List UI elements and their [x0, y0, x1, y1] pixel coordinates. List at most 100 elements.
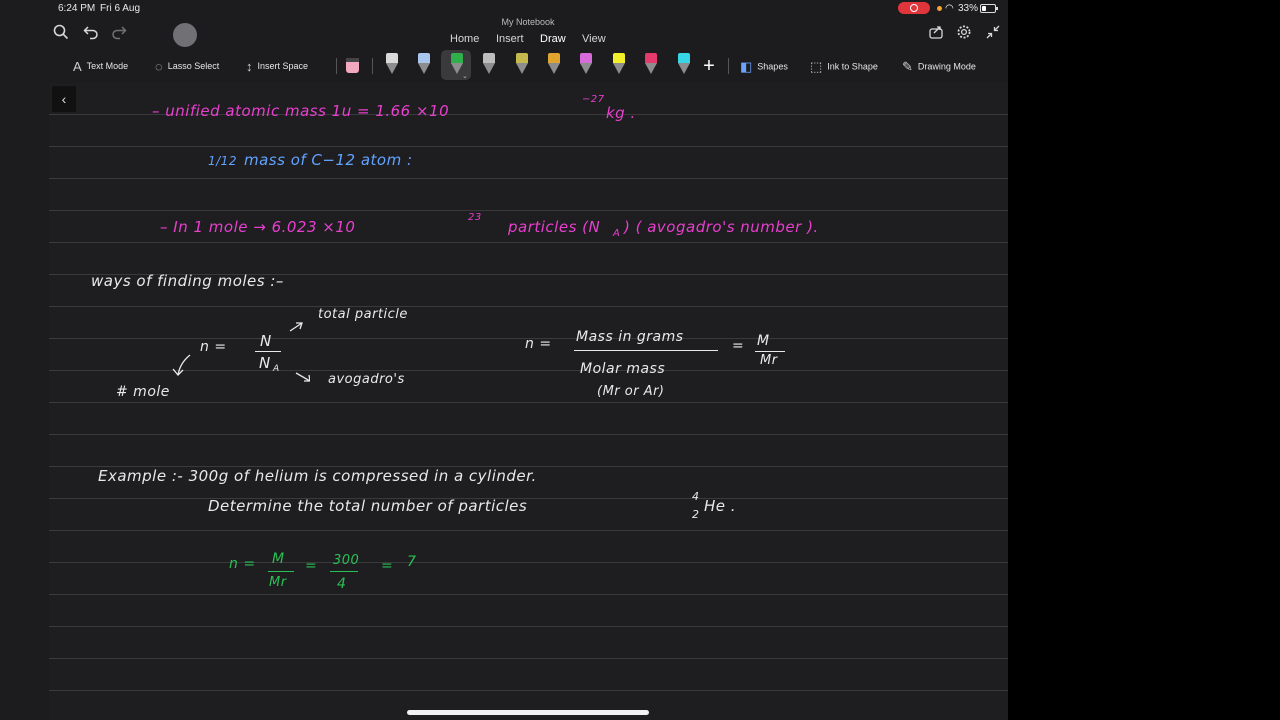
pen-body: [515, 53, 528, 63]
note-avogadros: avogadro's: [328, 372, 405, 387]
pen-tip: [677, 63, 690, 74]
pen-tip: [612, 63, 625, 74]
wifi-icon: ◠: [945, 3, 954, 14]
screen-record-icon: [898, 2, 930, 14]
eraser-tool[interactable]: [346, 58, 359, 73]
shapes-button[interactable]: ◧ Shapes: [740, 59, 788, 75]
note-molar-mass: Molar mass: [580, 361, 666, 377]
search-icon[interactable]: [50, 24, 72, 46]
undo-icon[interactable]: [80, 24, 102, 46]
note-exponent: −27: [582, 94, 605, 105]
lasso-select-label: Lasso Select: [167, 60, 220, 71]
pen-tool[interactable]: [385, 53, 399, 75]
settings-gear-icon[interactable]: [953, 24, 975, 46]
onenote-window: 6:24 PM Fri 6 Aug ◠ 33% My Notebook Home…: [0, 0, 1008, 720]
pen-body: [677, 53, 690, 63]
pen-tip: [386, 63, 398, 74]
text-mode-icon: A: [73, 59, 82, 74]
text-mode-button[interactable]: A Text Mode: [73, 59, 128, 74]
tab-draw[interactable]: Draw: [540, 33, 566, 45]
note-ways-heading: ways of finding moles :–: [91, 272, 284, 290]
note-number-of-mole: # mole: [116, 384, 170, 400]
note-calc-Mr: Mr: [269, 575, 287, 590]
status-time: 6:24 PM: [58, 3, 96, 14]
note-he-mass-number: 4: [692, 490, 700, 503]
note-Mr: Mr: [760, 353, 778, 368]
note-calc-300: 300: [333, 553, 360, 568]
insert-space-icon: ↕: [246, 59, 253, 74]
pen-tip: [418, 63, 431, 74]
note-calc-answer: 7: [407, 554, 417, 570]
drawing-mode-icon: ✎: [902, 59, 913, 74]
note-canvas[interactable]: [49, 83, 1008, 720]
note-one-twelfth: 1/12: [208, 154, 237, 168]
assistive-touch-button[interactable]: [173, 23, 197, 47]
back-chevron-icon[interactable]: ‹: [52, 86, 76, 112]
home-indicator[interactable]: [407, 710, 649, 715]
pen-tip: [645, 63, 658, 74]
share-icon[interactable]: [925, 24, 947, 46]
note-calc-M: M: [272, 551, 285, 567]
add-pen-plus-icon[interactable]: +: [698, 55, 720, 77]
drawing-mode-button[interactable]: ✎ Drawing Mode: [902, 59, 976, 75]
note-line-unified-mass: – unified atomic mass 1u = 1.66 ×10: [152, 102, 450, 120]
note-calc-n: n =: [229, 556, 256, 572]
tab-view[interactable]: View: [582, 33, 606, 45]
pen-tip: [450, 63, 463, 74]
fraction-bar: [268, 571, 294, 572]
note-line-c12: mass of C−12 atom :: [244, 151, 413, 169]
insert-space-button[interactable]: ↕ Insert Space: [246, 59, 308, 74]
fraction-bar: [330, 571, 358, 572]
note-n-equals-2: n =: [525, 336, 552, 352]
fraction-bar: [574, 350, 718, 351]
pen-tool[interactable]: [677, 53, 691, 75]
pen-tool[interactable]: [417, 53, 431, 75]
note-total-particle: total particle: [318, 307, 408, 322]
annotation-arrows: [172, 322, 310, 382]
pen-body: [483, 53, 496, 63]
battery-percent: 33%: [958, 3, 979, 14]
pen-tool[interactable]: [547, 53, 561, 75]
chevron-down-icon[interactable]: ⌄: [462, 72, 468, 80]
pen-tool[interactable]: [579, 53, 593, 75]
tab-insert[interactable]: Insert: [496, 33, 524, 45]
lasso-select-button[interactable]: ◌ Lasso Select: [155, 59, 219, 74]
pen-body: [645, 53, 658, 63]
pen-body: [418, 53, 431, 63]
pen-body: [386, 53, 398, 63]
ink-to-shape-button[interactable]: ⬚ Ink to Shape: [810, 59, 878, 75]
pen-body: [580, 53, 593, 63]
shapes-label: Shapes: [757, 61, 788, 72]
ribbon-divider: [728, 58, 729, 74]
ribbon-divider: [372, 58, 373, 74]
tab-home[interactable]: Home: [450, 33, 479, 45]
note-avogadro-number: ) ( avogadro's number ).: [624, 218, 819, 236]
note-equals: =: [732, 338, 745, 354]
pen-tool[interactable]: [612, 53, 626, 75]
redo-icon[interactable]: [108, 24, 130, 46]
shapes-icon: ◧: [740, 59, 753, 74]
letterbox-band: [1008, 0, 1280, 720]
pen-tool[interactable]: [482, 53, 496, 75]
note-calc-equals: =: [381, 558, 394, 574]
note-mass-in-grams: Mass in grams: [576, 329, 684, 345]
note-line-mole: – In 1 mole → 6.023 ×10: [160, 218, 356, 236]
pen-tool[interactable]: [515, 53, 529, 75]
note-example-line1: Example :- 300g of helium is compressed …: [98, 467, 537, 485]
note-subscript-a: A: [613, 228, 621, 239]
pen-tool[interactable]: [644, 53, 658, 75]
pen-body: [450, 53, 463, 63]
drawing-mode-label: Drawing Mode: [917, 61, 976, 72]
note-exponent-23: 23: [468, 212, 482, 223]
lasso-icon: ◌: [155, 59, 163, 74]
note-M: M: [757, 333, 770, 349]
pen-tip: [515, 63, 528, 74]
pen-tip: [548, 63, 560, 74]
notebook-title: My Notebook: [501, 17, 555, 27]
ribbon-divider: [336, 58, 337, 74]
note-he-atomic-number: 2: [692, 508, 700, 521]
status-bar: 6:24 PM Fri 6 Aug ◠ 33%: [0, 0, 1008, 16]
status-date: Fri 6 Aug: [100, 3, 141, 14]
note-calc-equals: =: [305, 558, 318, 574]
collapse-fullscreen-icon[interactable]: [982, 24, 1004, 46]
